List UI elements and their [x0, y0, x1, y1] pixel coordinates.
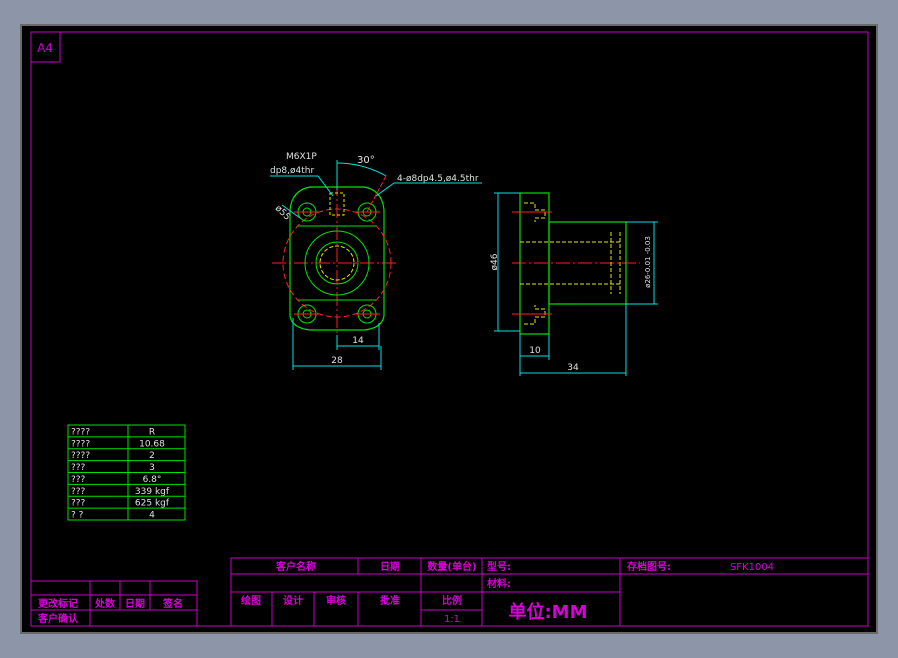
spec-row-label: ? ?	[71, 511, 84, 521]
sheet-background	[20, 24, 878, 634]
date-label: 日期	[380, 560, 400, 573]
scale-value: 1:1	[444, 614, 460, 625]
spec-row-value: 3	[149, 463, 155, 473]
spec-row-value: 10.68	[139, 439, 165, 449]
rev-header-count: 处数	[94, 597, 116, 610]
material-label: 材料:	[487, 577, 511, 590]
approved-by-label: 批准	[380, 594, 400, 607]
holes-callout-text: 4-ø8dp4.5,ø4.5thr	[397, 174, 479, 184]
sheet-size-label: A4	[37, 41, 53, 55]
scale-label: 比例	[442, 594, 462, 607]
quantity-label: 数量(单台)	[427, 560, 476, 573]
spec-row-label: ???	[71, 499, 86, 509]
archive-no-value: SFK1004	[730, 562, 774, 573]
dim10-text: 10	[529, 346, 541, 356]
customer-name-label: 客户名称	[275, 560, 316, 573]
rev-header-sign: 签名	[162, 597, 183, 610]
dim34-text: 34	[567, 363, 579, 373]
thread-depth-text: dp8,ø4thr	[270, 166, 314, 176]
designed-by-label: 设计	[283, 594, 303, 607]
spec-row-value: 4	[149, 511, 155, 521]
spec-row-value: 6.8°	[143, 475, 162, 485]
rev-header-date: 日期	[125, 597, 145, 610]
spec-row-value: 339 kgf	[135, 487, 170, 497]
spec-row-label: ????	[71, 427, 90, 437]
unit-label: 单位:MM	[508, 601, 587, 623]
thread-callout-text: M6X1P	[286, 152, 317, 162]
dim14-text: 14	[352, 336, 364, 346]
checked-by-label: 审核	[326, 594, 346, 607]
spec-row-label: ???	[71, 463, 86, 473]
spec-row-value: 625 kgf	[135, 499, 170, 509]
rev-header-mark: 更改标记	[38, 597, 78, 610]
model-label: 型号:	[487, 560, 511, 573]
spec-row-value: R	[149, 427, 155, 437]
spec-row-label: ????	[71, 451, 90, 461]
drawn-by-label: 绘图	[241, 594, 261, 607]
spec-row-label: ???	[71, 487, 86, 497]
spec-row-label: ???	[71, 475, 86, 485]
customer-confirm-label: 客户确认	[37, 612, 79, 625]
dim46-text: ø46	[490, 253, 500, 270]
dim26-text: ø26-0.01 -0.03	[644, 236, 652, 288]
drawing-canvas: A4 M6X1P dp8,ø4thr 30° 4-ø8dp4.5,ø4.5thr…	[20, 24, 878, 634]
angle-label: 30°	[357, 155, 375, 166]
dim28-text: 28	[331, 356, 343, 366]
archive-no-label: 存档图号:	[627, 560, 671, 573]
spec-row-label: ????	[71, 439, 90, 449]
spec-row-value: 2	[149, 451, 155, 461]
